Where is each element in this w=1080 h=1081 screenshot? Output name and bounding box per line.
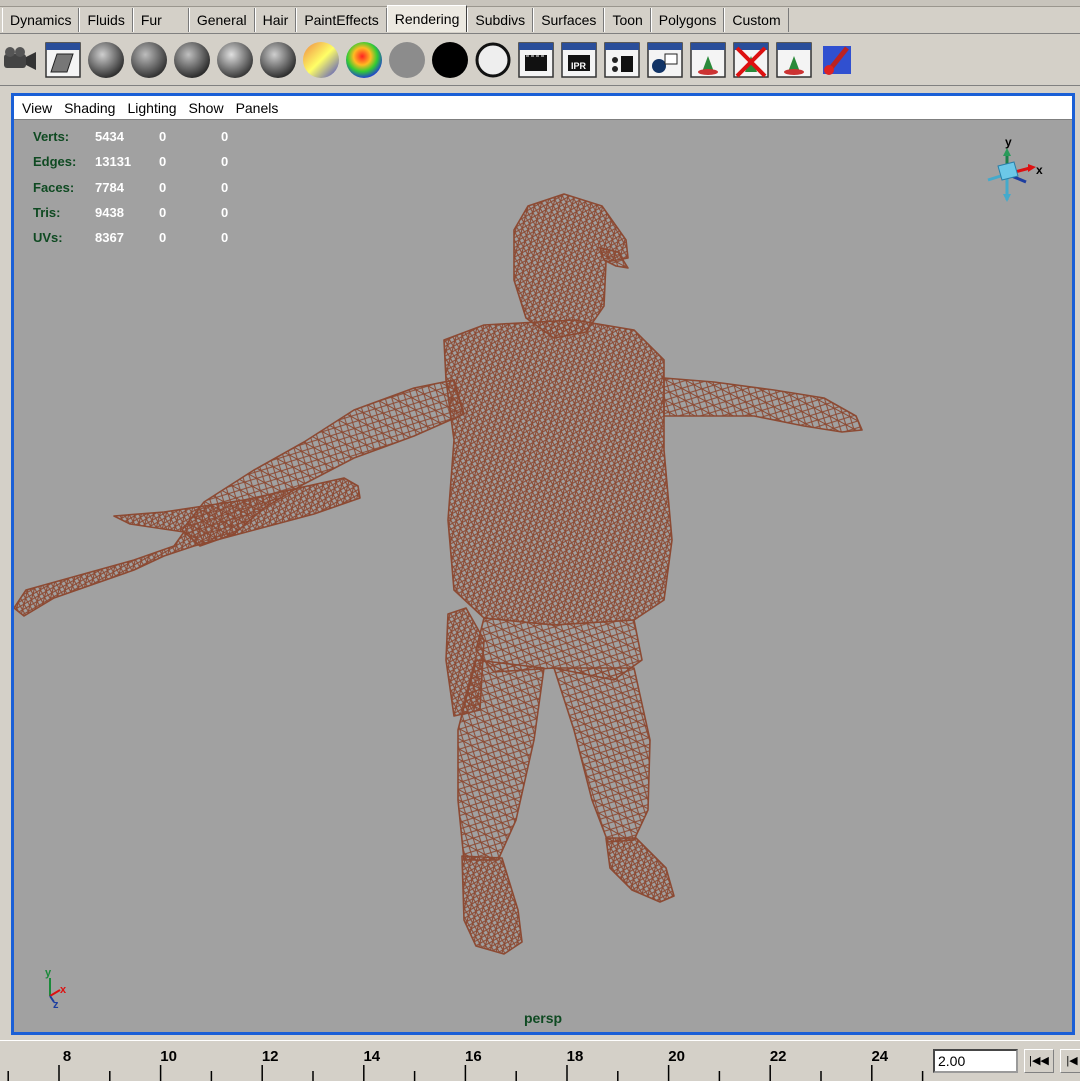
current-frame-field[interactable]: 2.00 [933,1049,1018,1073]
light-linking-icon[interactable] [688,38,728,82]
time-tick-label: 10 [160,1048,177,1065]
shelf-tab-rendering[interactable]: Rendering [386,5,468,32]
shelf: IPR [0,34,1080,86]
time-tick-label: 24 [871,1048,888,1065]
render-camera-icon[interactable] [0,38,40,82]
make-light-links-icon[interactable] [774,38,814,82]
hypershade-icon[interactable] [43,38,83,82]
shelf-tab-fur[interactable]: Fur [132,8,189,32]
phong-shader-icon[interactable] [172,38,212,82]
shelf-tab-toon[interactable]: Toon [604,8,651,32]
axis-x-label: x [60,984,67,996]
shelf-tab-painteffects[interactable]: PaintEffects [296,8,387,32]
render-view-icon[interactable] [645,38,685,82]
lambert-shader-icon[interactable] [86,38,126,82]
wireframe-model[interactable] [14,120,1072,1032]
phong-e-shader-icon[interactable] [215,38,255,82]
layered-shader-icon[interactable] [301,38,341,82]
shelf-tabs: Dynamics Fluids Fur General Hair PaintEffects… [2,5,789,32]
panel-menu-view[interactable]: View [22,100,52,116]
shelf-tab-polygons[interactable]: Polygons [650,8,725,32]
time-tick-label: 14 [363,1048,380,1065]
blinn-shader-icon[interactable] [129,38,169,82]
render-current-frame-icon[interactable] [516,38,556,82]
camera-name-label: persp [523,1010,563,1026]
persp-viewport-panel[interactable]: View Shading Lighting Show Panels Verts: 5434… [11,93,1075,1035]
shelf-tab-subdivs[interactable]: Subdivs [467,8,534,32]
axis-y-label: y [45,967,52,979]
panel-menu-panels[interactable]: Panels [236,100,279,116]
time-tick-label: 16 [465,1048,482,1065]
time-tick-label: 20 [668,1048,685,1065]
menu-strip [0,0,1080,7]
break-light-links-icon[interactable] [731,38,771,82]
surface-shader-icon[interactable] [387,38,427,82]
use-background-icon[interactable] [430,38,470,82]
panel-menu-lighting[interactable]: Lighting [127,100,176,116]
time-tick-label: 22 [770,1048,787,1065]
time-slider-ruler[interactable]: 8 10 12 14 16 18 20 22 24 [0,1041,925,1081]
ramp-shader-icon[interactable] [344,38,384,82]
paint-effects-icon[interactable] [817,38,857,82]
time-slider[interactable]: 8 10 12 14 16 18 20 22 24 2.00 |◀◀ |◀ [0,1040,1080,1081]
shelf-tab-fluids[interactable]: Fluids [79,8,133,32]
shelf-tab-custom[interactable]: Custom [724,8,789,32]
shelf-tab-general[interactable]: General [188,8,255,32]
shelf-tab-bar: Dynamics Fluids Fur General Hair PaintEffects… [0,0,1080,34]
panel-menu-bar: View Shading Lighting Show Panels [14,96,1072,120]
time-tick-label: 12 [262,1048,279,1065]
go-to-start-button[interactable]: |◀◀ [1024,1049,1054,1073]
panel-menu-shading[interactable]: Shading [64,100,115,116]
world-axis-gizmo: y x z [45,967,67,1010]
anisotropic-shader-icon[interactable] [258,38,298,82]
render-globals-icon[interactable] [602,38,642,82]
view-cube-y-label: y [1005,135,1012,149]
shelf-icon-bar: IPR [0,38,857,82]
shading-map-icon[interactable] [473,38,513,82]
shelf-tab-hair[interactable]: Hair [254,8,297,32]
shelf-tab-dynamics[interactable]: Dynamics [2,8,80,32]
time-tick-label: 8 [63,1048,71,1065]
view-cube-gizmo[interactable]: y x [974,134,1054,214]
shelf-tab-surfaces[interactable]: Surfaces [533,8,605,32]
svg-text:IPR: IPR [571,61,587,71]
step-back-button[interactable]: |◀ [1060,1049,1080,1073]
viewport-3d[interactable]: Verts: 5434 0 0 Edges: 13131 0 0 Faces: 7784 0 0 Tri… [14,120,1072,1032]
time-tick-label: 18 [567,1048,584,1065]
panel-menu-show[interactable]: Show [189,100,224,116]
ipr-render-icon[interactable]: IPR [559,38,599,82]
view-cube-x-label: x [1036,163,1043,177]
